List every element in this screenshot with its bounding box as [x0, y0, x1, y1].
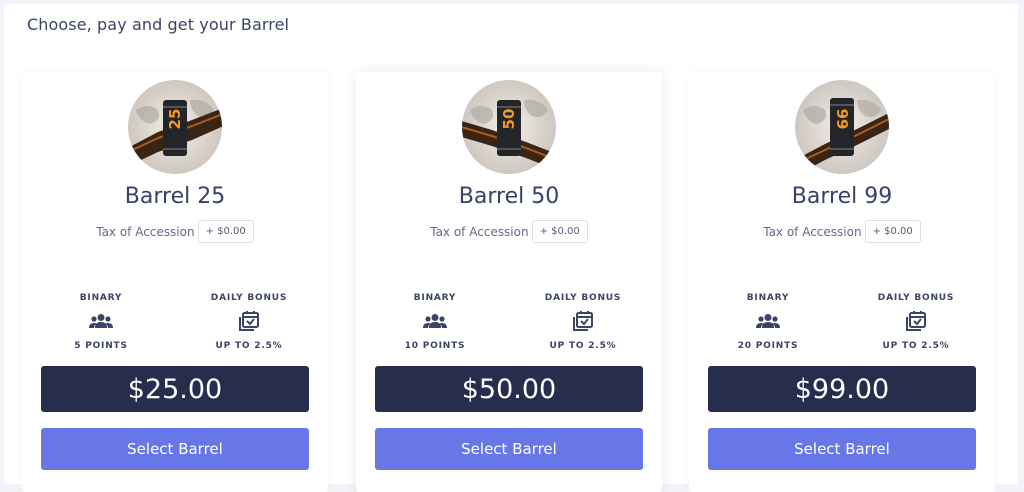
barrel-25-image: 25 — [128, 80, 222, 174]
tax-label: Tax of Accession — [96, 224, 195, 239]
binary-stat: BINARY 5 POINTS — [46, 293, 156, 351]
plan-card-barrel-25: 25 Barrel 25 Tax of Accession + $0.00 BI… — [22, 72, 328, 492]
binary-label: BINARY — [746, 293, 790, 303]
price-display: $50.00 — [375, 366, 643, 412]
tax-value-chip: + $0.00 — [197, 220, 254, 243]
tax-value-chip: + $0.00 — [864, 220, 921, 243]
plan-card-barrel-50: 50 Barrel 50 Tax of Accession + $0.00 BI… — [356, 72, 662, 492]
daily-bonus-label: DAILY BONUS — [877, 293, 955, 303]
users-icon — [88, 308, 114, 334]
binary-stat: BINARY 10 POINTS — [380, 293, 490, 351]
binary-value: 10 POINTS — [404, 341, 466, 351]
select-barrel-button[interactable]: Select Barrel — [375, 428, 643, 470]
select-barrel-button[interactable]: Select Barrel — [708, 428, 976, 470]
tax-label: Tax of Accession — [430, 224, 529, 239]
daily-bonus-stat: DAILY BONUS UP TO 2.5% — [194, 293, 304, 351]
plan-card-barrel-99: 99 Barrel 99 Tax of Accession + $0.00 BI… — [689, 72, 995, 492]
calendar-check-icon — [236, 308, 262, 334]
daily-bonus-label: DAILY BONUS — [544, 293, 622, 303]
daily-bonus-stat: DAILY BONUS UP TO 2.5% — [861, 293, 971, 351]
barrel-number: 50 — [500, 108, 518, 130]
binary-label: BINARY — [413, 293, 457, 303]
calendar-check-icon — [903, 308, 929, 334]
plan-title: Barrel 99 — [791, 184, 893, 209]
daily-bonus-value: UP TO 2.5% — [882, 341, 950, 351]
binary-value: 5 POINTS — [74, 341, 128, 351]
binary-label: BINARY — [79, 293, 123, 303]
binary-value: 20 POINTS — [737, 341, 799, 351]
barrel-50-image: 50 — [462, 80, 556, 174]
plan-title: Barrel 50 — [458, 184, 560, 209]
tax-row: Tax of Accession + $0.00 — [356, 220, 662, 243]
price-display: $99.00 — [708, 366, 976, 412]
daily-bonus-stat: DAILY BONUS UP TO 2.5% — [528, 293, 638, 351]
price-display: $25.00 — [41, 366, 309, 412]
daily-bonus-label: DAILY BONUS — [210, 293, 288, 303]
barrel-number: 25 — [166, 108, 184, 130]
select-barrel-button[interactable]: Select Barrel — [41, 428, 309, 470]
users-icon — [422, 308, 448, 334]
page-edge — [1018, 0, 1024, 472]
barrel-number: 99 — [833, 108, 851, 130]
daily-bonus-value: UP TO 2.5% — [215, 341, 283, 351]
tax-row: Tax of Accession + $0.00 — [689, 220, 995, 243]
calendar-check-icon — [570, 308, 596, 334]
users-icon — [755, 308, 781, 334]
tax-value-chip: + $0.00 — [531, 220, 588, 243]
binary-stat: BINARY 20 POINTS — [713, 293, 823, 351]
barrel-99-image: 99 — [795, 80, 889, 174]
tax-label: Tax of Accession — [763, 224, 862, 239]
daily-bonus-value: UP TO 2.5% — [549, 341, 617, 351]
tax-row: Tax of Accession + $0.00 — [22, 220, 328, 243]
page-title: Choose, pay and get your Barrel — [27, 15, 290, 34]
plan-title: Barrel 25 — [124, 184, 226, 209]
